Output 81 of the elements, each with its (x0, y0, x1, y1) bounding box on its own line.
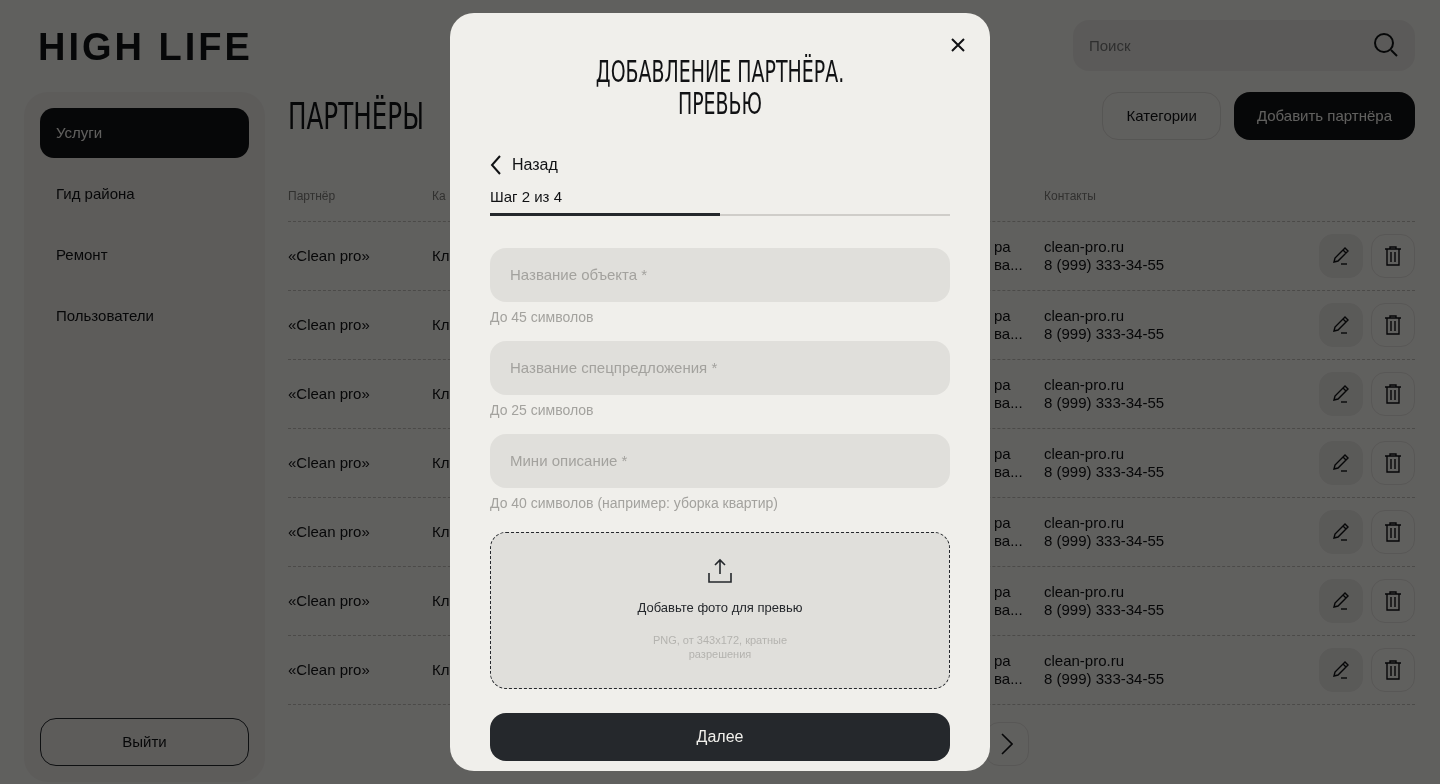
trash-icon (1384, 246, 1402, 266)
edit-button[interactable] (1319, 579, 1363, 623)
trash-icon (1384, 522, 1402, 542)
add-partner-button[interactable]: Добавить партнёра (1233, 92, 1415, 140)
trash-icon (1384, 453, 1402, 473)
table-cell-text: ва... (994, 532, 1024, 550)
table-cell-text: ра (994, 238, 1012, 256)
table-cell-text: ра (994, 652, 1012, 670)
field-hint: До 25 символов (490, 400, 595, 419)
table-cell: «Clean pro» (288, 246, 370, 264)
logo: HIGH LIFE (38, 28, 253, 64)
table-cell: Кл (432, 384, 450, 402)
chevron-right-icon (1001, 733, 1013, 755)
edit-button[interactable] (1319, 303, 1363, 347)
next-button[interactable]: Далее (490, 712, 950, 761)
sidebar-item[interactable]: Гид района (40, 169, 249, 219)
trash-icon (1384, 315, 1402, 335)
delete-button[interactable] (1371, 303, 1415, 347)
back-button[interactable]: Назад (490, 153, 558, 177)
input-field[interactable]: Название объекта * (490, 247, 950, 302)
table-cell-text: ва... (994, 325, 1024, 343)
table-cell: «Clean pro» (288, 591, 370, 609)
phone-text: 8 (999) 333-34-55 (1044, 325, 1166, 343)
phone-text: 8 (999) 333-34-55 (1044, 394, 1166, 412)
modal-title: ПРЕВЬЮ (677, 87, 764, 119)
table-cell: Кл (432, 315, 450, 333)
table-cell: Кл (432, 591, 450, 609)
logout-button[interactable]: Выйти (40, 718, 249, 766)
sidebar-item[interactable]: Услуги (40, 108, 249, 158)
phone-text: 8 (999) 333-34-55 (1044, 601, 1166, 619)
table-cell-text: ра (994, 514, 1012, 532)
phone-text: 8 (999) 333-34-55 (1044, 532, 1166, 550)
edit-button[interactable] (1319, 234, 1363, 278)
delete-button[interactable] (1371, 234, 1415, 278)
table-cell: «Clean pro» (288, 315, 370, 333)
table-cell: «Clean pro» (288, 384, 370, 402)
table-cell-text: ва... (994, 601, 1024, 619)
table-cell-text: ва... (994, 463, 1024, 481)
modal-title: ДОБАВЛЕНИЕ ПАРТНЁРА. (594, 55, 846, 87)
table-cell: Кл (432, 453, 450, 471)
trash-icon (1384, 660, 1402, 680)
field-hint: До 45 символов (490, 307, 595, 326)
trash-icon (1384, 591, 1402, 611)
table-cell: «Clean pro» (288, 660, 370, 678)
input-field[interactable]: Мини описание * (490, 433, 950, 488)
table-cell-text: ра (994, 445, 1012, 463)
delete-button[interactable] (1371, 372, 1415, 416)
delete-button[interactable] (1371, 579, 1415, 623)
sidebar-item[interactable]: Ремонт (40, 230, 249, 280)
page-title: ПАРТНЁРЫ (288, 92, 424, 140)
trash-icon (1384, 384, 1402, 404)
table-cell: Кл (432, 522, 450, 540)
table-cell-text: ра (994, 583, 1012, 601)
table-cell-text: ва... (994, 394, 1024, 412)
table-cell: Кл (432, 660, 450, 678)
edit-button[interactable] (1319, 510, 1363, 554)
phone-text: 8 (999) 333-34-55 (1044, 463, 1166, 481)
phone-text: 8 (999) 333-34-55 (1044, 256, 1166, 274)
edit-button[interactable] (1319, 372, 1363, 416)
delete-button[interactable] (1371, 441, 1415, 485)
table-cell: «Clean pro» (288, 522, 370, 540)
input-field[interactable]: Название спецпредложения * (490, 340, 950, 395)
table-cell-text: ра (994, 307, 1012, 325)
table-cell-text: ва... (994, 670, 1024, 688)
phone-text: 8 (999) 333-34-55 (1044, 670, 1166, 688)
table-cell: Кл (432, 246, 450, 264)
table-cell: «Clean pro» (288, 453, 370, 471)
table-cell-text: ва... (994, 256, 1024, 274)
step-label: Шаг 2 из 4 (490, 187, 563, 207)
table-cell-text: ра (994, 376, 1012, 394)
sidebar-item[interactable]: Пользователи (40, 291, 249, 341)
search-icon (1373, 32, 1399, 58)
delete-button[interactable] (1371, 510, 1415, 554)
upload-icon (707, 557, 733, 584)
upload-label: Добавьте фото для превью (637, 598, 803, 617)
delete-button[interactable] (1371, 648, 1415, 692)
categories-button[interactable]: Категории (1102, 92, 1221, 140)
field-hint: До 40 символов (например: уборка квартир) (490, 493, 779, 512)
edit-button[interactable] (1319, 441, 1363, 485)
edit-button[interactable] (1319, 648, 1363, 692)
chevron-left-icon (490, 155, 502, 175)
